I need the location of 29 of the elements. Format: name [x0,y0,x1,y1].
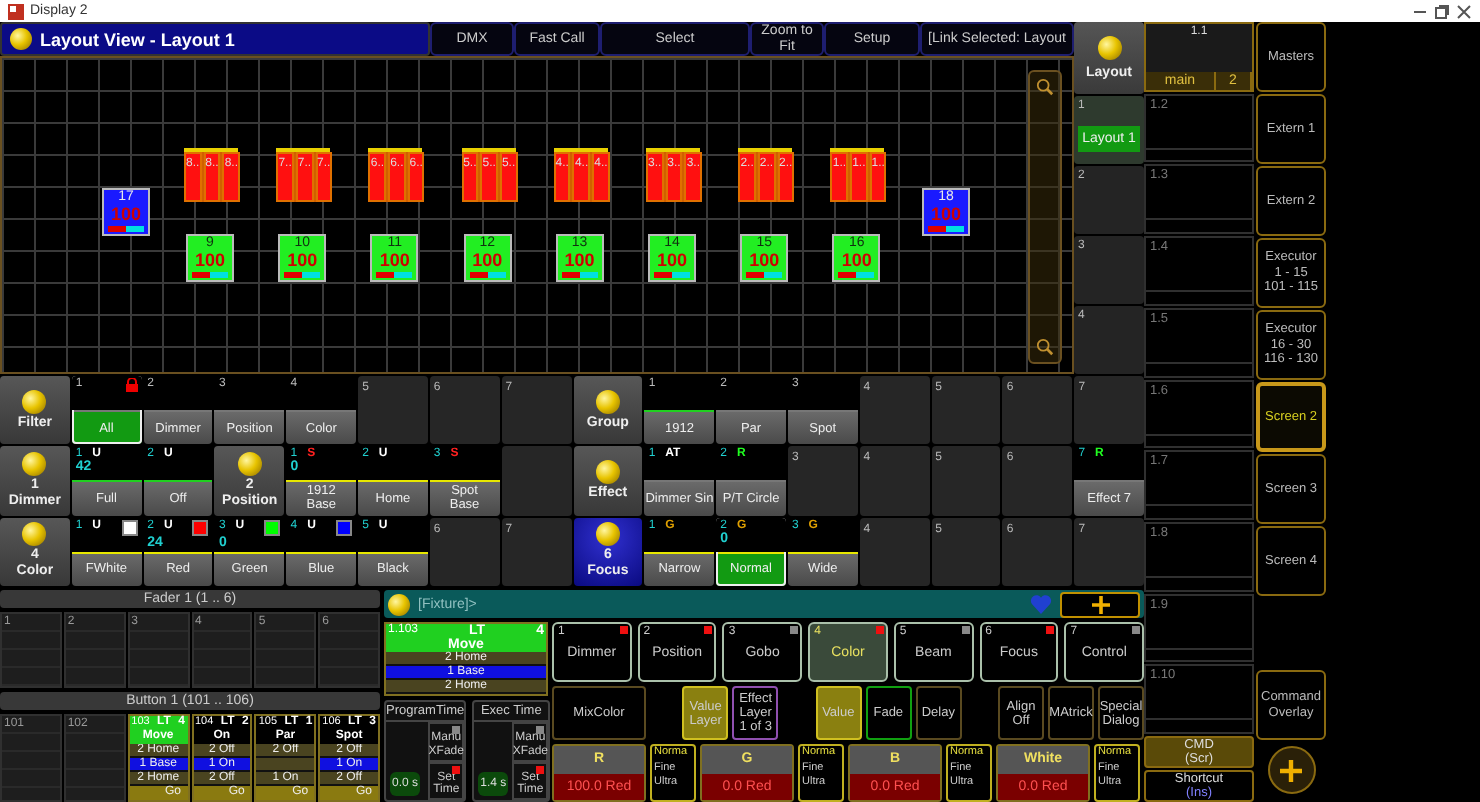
ball-icon [595,459,620,484]
maximize-icon[interactable] [1434,3,1450,19]
ball-icon [595,389,620,414]
ball-icon [22,522,47,547]
ball-icon [10,28,32,50]
fixture-value: 100 [841,250,872,270]
ball-icon [22,451,47,476]
ball-icon [22,389,47,414]
zoom-icon[interactable] [1036,78,1054,96]
ball-icon [1097,36,1121,60]
fixture-value: 100 [110,204,142,224]
fixture-value: 100 [194,250,226,270]
fixture-value: 100 [379,250,410,270]
fixture-value: 100 [749,250,780,270]
fixture-value: 100 [930,204,962,224]
view-title-text: Layout View - Layout 1 [40,29,235,49]
fixture-value: 100 [656,250,688,270]
ball-icon [595,522,620,547]
plus-icon [1091,595,1109,613]
fixture-value: 100 [564,250,595,270]
add-button[interactable] [1060,591,1140,617]
plus-icon [1280,759,1302,781]
fixture-value: 100 [472,250,503,270]
ball-icon [237,451,262,476]
close-icon[interactable] [1456,3,1472,19]
ball-icon [388,593,410,615]
zoom-icon[interactable] [1036,338,1054,356]
fixture-value: 100 [287,250,318,270]
add-button[interactable] [1267,746,1315,794]
